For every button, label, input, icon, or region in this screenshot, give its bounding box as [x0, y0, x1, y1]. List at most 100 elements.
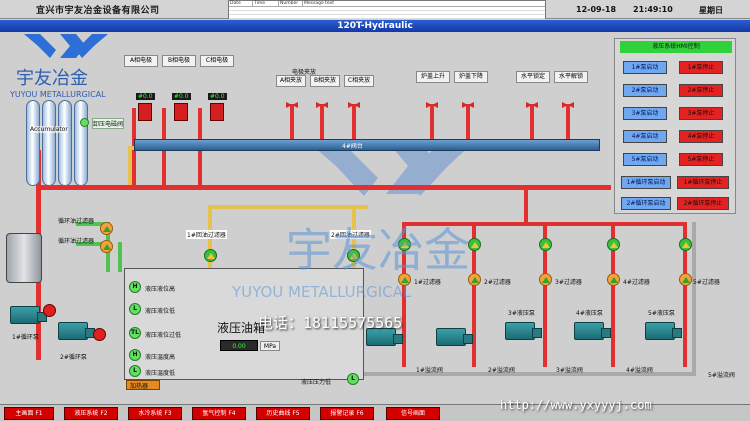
- pump-5-start-button[interactable]: 5#泵启动: [623, 153, 667, 166]
- pump-3-start-button[interactable]: 3#泵启动: [623, 107, 667, 120]
- heater-label: 加热器: [130, 383, 149, 390]
- alarm-row: [229, 15, 545, 19]
- fkey-water-cooling[interactable]: 水冷系统 F3: [128, 407, 182, 420]
- electrode-b-valve-icon[interactable]: [174, 103, 188, 121]
- pump-2-stop-button[interactable]: 2#泵停止: [679, 84, 723, 97]
- tank-indicator-2: L: [129, 303, 141, 315]
- overflow-valve-4-label: 4#溢流阀: [626, 367, 653, 374]
- return-filter-1-icon[interactable]: [204, 249, 217, 262]
- return-pipe: [208, 205, 368, 209]
- fkey-alarm-record[interactable]: 报警记录 F6: [320, 407, 374, 420]
- watermark-url: http://www.yxyyyj.com: [500, 398, 652, 412]
- electrode-a-valve-icon[interactable]: [138, 103, 152, 121]
- accumulator-bottle: [42, 100, 56, 186]
- loop-filter-2-icon[interactable]: [100, 240, 113, 253]
- pump-5-motor-icon[interactable]: [645, 322, 682, 340]
- pump-filter-3-icon[interactable]: [539, 273, 552, 286]
- circ-pump-2-start-button[interactable]: 2#循环泵启动: [621, 197, 671, 210]
- clamp-b-label[interactable]: B相夹放: [310, 75, 340, 87]
- pump-filter-4-icon[interactable]: [607, 273, 620, 286]
- electrode-a-label[interactable]: A相电极: [124, 55, 158, 67]
- accumulator-label: Accumulator: [30, 126, 68, 133]
- circ-pump-1-stop-button[interactable]: 1#循环泵停止: [677, 176, 729, 189]
- electrode-c-readout: #0.0: [208, 93, 227, 100]
- logo-en-text: YUYOU METALLURGICAL: [10, 90, 106, 99]
- electrode-b-label[interactable]: B相电极: [162, 55, 196, 67]
- pump-4-start-button[interactable]: 4#泵启动: [623, 130, 667, 143]
- overflow-valve-2-label: 2#溢流阀: [488, 367, 515, 374]
- overflow-valve-3-label: 3#溢流阀: [556, 367, 583, 374]
- pump-2-motor-icon[interactable]: [436, 328, 473, 346]
- tank-indicator-3: TL: [129, 327, 141, 339]
- watermark-en: YUYOU METALLURGICAL: [232, 283, 412, 301]
- circ-pump-2-label: 2#循环泵: [60, 354, 87, 361]
- circ-pump-1-status-icon: [43, 304, 56, 317]
- loop-filter-2-label: 循环油过滤器: [58, 238, 95, 245]
- circ-pump-1-label: 1#循环泵: [12, 334, 39, 341]
- clamp-c-valve-icon[interactable]: [348, 100, 360, 110]
- fkey-main-screen[interactable]: 主画面 F1: [4, 407, 54, 420]
- fkey-argon[interactable]: 氩气控制 F4: [192, 407, 246, 420]
- pump-2-start-button[interactable]: 2#泵启动: [623, 84, 667, 97]
- tank-indicator-1-label: 液压液位高: [145, 286, 176, 293]
- pump-1-start-button[interactable]: 1#泵启动: [623, 61, 667, 74]
- hmi-title: 液压系统HMI控制: [620, 41, 732, 53]
- pump-4-label: 4#液压泵: [576, 310, 603, 317]
- accumulator-valve-indicator: [80, 118, 89, 127]
- tank-pressure-value: 0.00: [220, 340, 258, 351]
- cover-up-valve-icon[interactable]: [426, 100, 438, 110]
- electrode-c-label[interactable]: C相电极: [200, 55, 234, 67]
- clamp-a-label[interactable]: A相夹放: [276, 75, 306, 87]
- alarm-col-number: Number: [279, 1, 303, 6]
- horizontal-unlock-valve-icon[interactable]: [562, 100, 574, 110]
- circ-pump-2-stop-button[interactable]: 2#循环泵停止: [677, 197, 729, 210]
- tank-indicator-3-label: 液压液位过低: [145, 332, 182, 339]
- alarm-table[interactable]: Date Time Number Message text: [228, 0, 546, 19]
- company-name: 宜兴市宇友冶金设备有限公司: [36, 6, 160, 16]
- circ-pump-1-motor-icon[interactable]: [10, 306, 47, 324]
- logo-cn-text: 宇友冶金: [16, 68, 88, 89]
- pump-green-filter-icon[interactable]: [679, 238, 692, 251]
- pump-filter-5-icon[interactable]: [679, 273, 692, 286]
- supply-pipe: [524, 190, 528, 225]
- cover-down-label[interactable]: 炉盖下降: [454, 71, 488, 83]
- horizontal-unlock-label[interactable]: 水平解锁: [554, 71, 588, 83]
- pump-5-stop-button[interactable]: 5#泵停止: [679, 153, 723, 166]
- return-filter-1-label: 1#回油过滤器: [186, 230, 227, 239]
- loop-filter-1-icon[interactable]: [100, 222, 113, 235]
- pump-3-motor-icon[interactable]: [505, 322, 542, 340]
- clamp-b-valve-icon[interactable]: [316, 100, 328, 110]
- circ-pump-2-motor-icon[interactable]: [58, 322, 95, 340]
- logo-icon: [24, 34, 108, 58]
- pump-green-filter-icon[interactable]: [539, 238, 552, 251]
- electrode-c-valve-icon[interactable]: [210, 103, 224, 121]
- pressure-low-label: 液压压力低: [301, 379, 332, 386]
- overflow-valve-1-label: 1#溢流阀: [416, 367, 443, 374]
- horizontal-lock-label[interactable]: 水平锁定: [516, 71, 550, 83]
- cover-down-valve-icon[interactable]: [462, 100, 474, 110]
- cooler-unit: [6, 233, 42, 283]
- pump-filter-4-label: 4#过滤器: [623, 279, 650, 286]
- fkey-hydraulic[interactable]: 液压系统 F2: [64, 407, 118, 420]
- pressure-low-indicator: L: [347, 373, 359, 385]
- weekday-display: 星期日: [699, 6, 723, 15]
- clamp-c-label[interactable]: C相夹放: [344, 75, 374, 87]
- clamp-a-valve-icon[interactable]: [286, 100, 298, 110]
- pump-filter-5-label: 5#过滤器: [693, 279, 720, 286]
- drain-pipe: [692, 222, 696, 376]
- cover-up-label[interactable]: 炉盖上升: [416, 71, 450, 83]
- pump-4-stop-button[interactable]: 4#泵停止: [679, 130, 723, 143]
- electrode-a-readout: #0.0: [136, 93, 155, 100]
- horizontal-lock-valve-icon[interactable]: [526, 100, 538, 110]
- title-bar: 120T-Hydraulic: [0, 20, 750, 32]
- alarm-col-date: Date: [229, 1, 253, 6]
- fkey-signal-screen[interactable]: 信号画面: [386, 407, 440, 420]
- fkey-history-curve[interactable]: 历史曲线 F5: [256, 407, 310, 420]
- overflow-valve-5-label: 5#溢流阀: [708, 372, 735, 379]
- hmi-control-panel: 液压系统HMI控制 1#泵启动 1#泵停止 2#泵启动 2#泵停止 3#泵启动 …: [614, 38, 736, 214]
- pump-3-stop-button[interactable]: 3#泵停止: [679, 107, 723, 120]
- pump-1-stop-button[interactable]: 1#泵停止: [679, 61, 723, 74]
- pump-4-motor-icon[interactable]: [574, 322, 611, 340]
- pump-green-filter-icon[interactable]: [607, 238, 620, 251]
- circ-pump-1-start-button[interactable]: 1#循环泵启动: [621, 176, 671, 189]
